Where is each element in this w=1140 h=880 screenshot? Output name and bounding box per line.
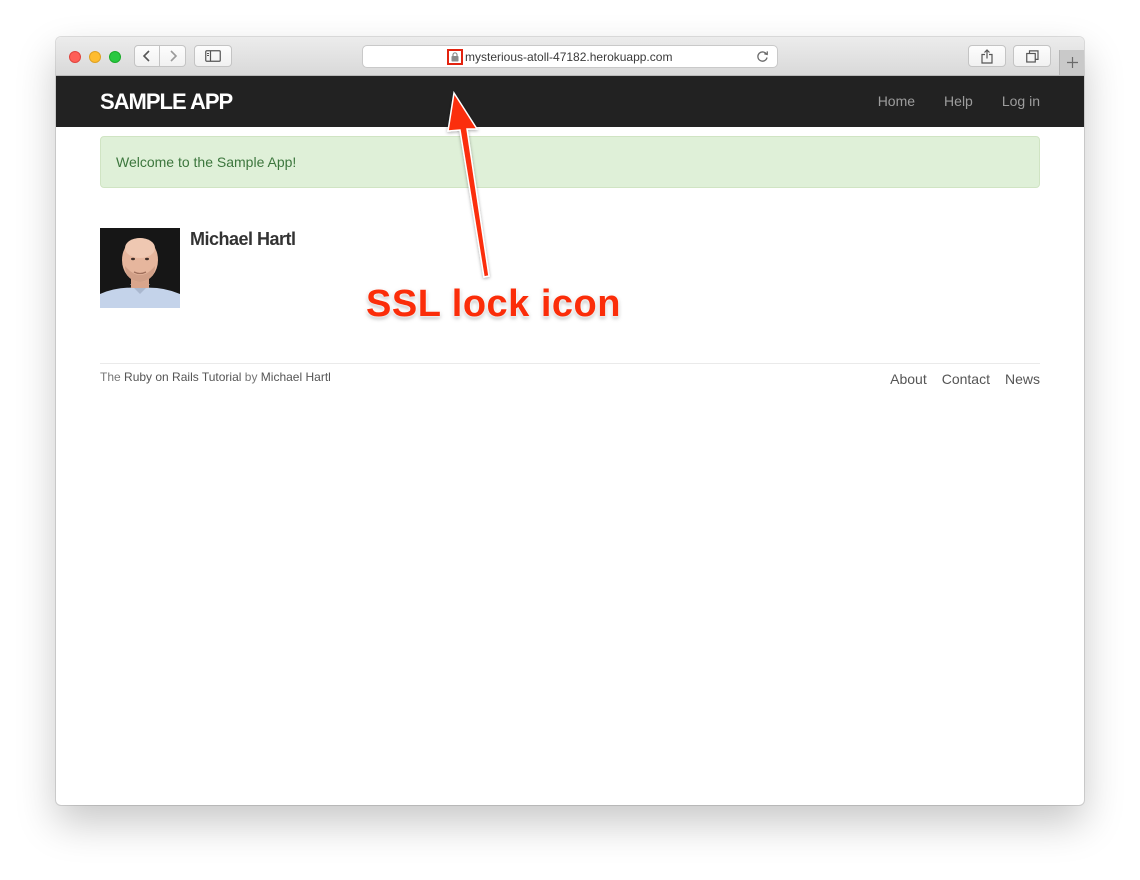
ssl-lock-annotation: SSL lock icon xyxy=(366,283,621,325)
annotation-arrow xyxy=(447,90,490,278)
browser-window: mysterious-atoll-47182.herokuapp.com sam… xyxy=(56,37,1084,805)
